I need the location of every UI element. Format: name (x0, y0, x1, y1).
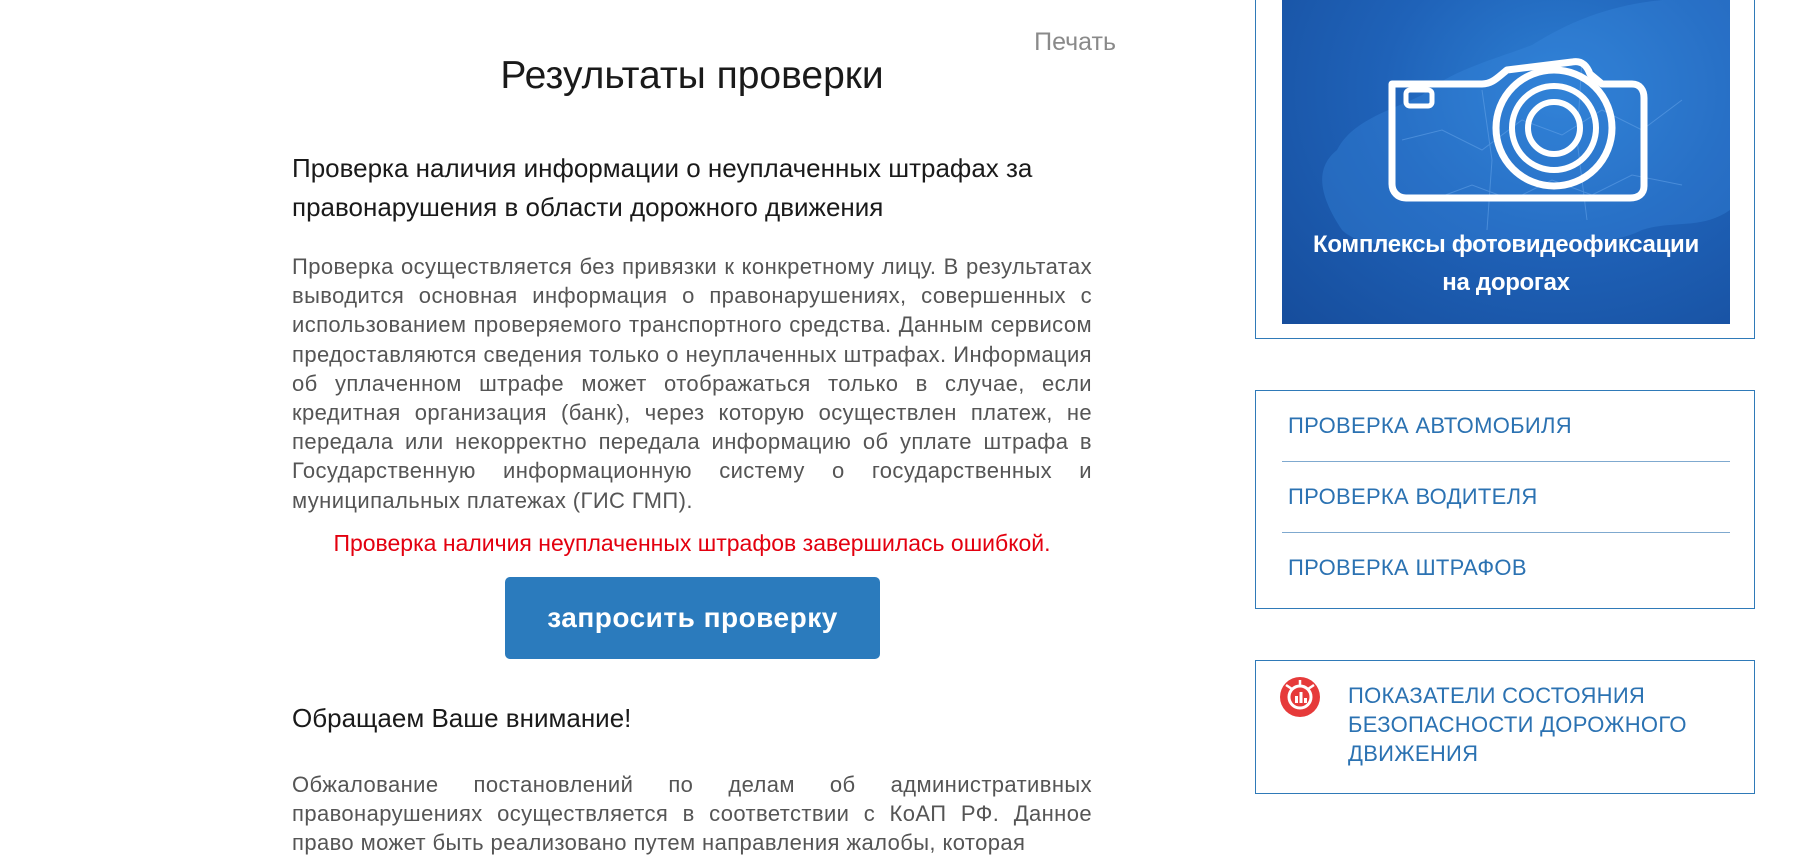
banner-box: Комплексы фотовидеофиксации на дорогах (1255, 0, 1755, 339)
request-check-button[interactable]: запросить проверку (505, 577, 880, 659)
check-description: Проверка осуществляется без привязки к к… (292, 254, 1092, 513)
section-heading: Проверка наличия информации о неуплаченн… (292, 153, 1033, 222)
print-link[interactable]: Печать (1034, 28, 1116, 57)
page-title: Результаты проверки (500, 54, 884, 97)
road-safety-stats-link[interactable]: ПОКАЗАТЕЛИ СОСТОЯНИЯ БЕЗОПАСНОСТИ ДОРОЖН… (1348, 681, 1728, 768)
cameras-banner[interactable]: Комплексы фотовидеофиксации на дорогах (1282, 0, 1730, 324)
chart-icon (1280, 677, 1320, 717)
main-content: Печать Результаты проверки Проверка нали… (292, 0, 1116, 855)
check-links-box: Проверка автомобиля Проверка водителя Пр… (1255, 390, 1755, 609)
banner-caption: Комплексы фотовидеофиксации на дорогах (1282, 226, 1730, 302)
banner-caption-line1: Комплексы фотовидеофиксации (1313, 231, 1699, 258)
link-check-vehicle[interactable]: Проверка автомобиля (1288, 391, 1736, 461)
link-check-fines[interactable]: Проверка штрафов (1288, 533, 1736, 603)
stats-box: ПОКАЗАТЕЛИ СОСТОЯНИЯ БЕЗОПАСНОСТИ ДОРОЖН… (1255, 660, 1755, 794)
link-check-driver[interactable]: Проверка водителя (1288, 462, 1736, 532)
sidebar: Комплексы фотовидеофиксации на дорогах П… (1255, 0, 1757, 838)
appeal-text: Обжалование постановлений по делам об ад… (292, 772, 1092, 856)
banner-caption-line2: на дорогах (1442, 269, 1570, 296)
attention-heading: Обращаем Ваше внимание! (292, 703, 632, 733)
error-message: Проверка наличия неуплаченных штрафов за… (333, 530, 1051, 556)
